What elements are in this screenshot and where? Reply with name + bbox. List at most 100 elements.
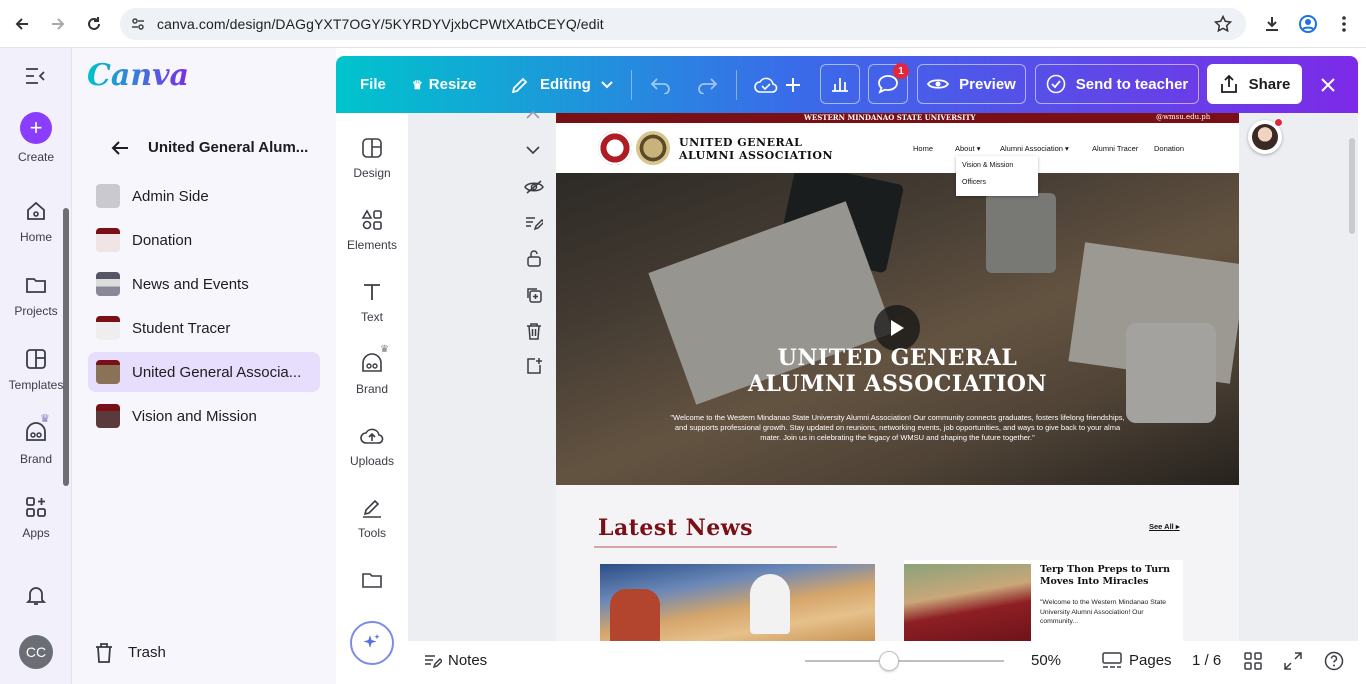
project-label: Student Tracer [132, 319, 231, 337]
redo-icon[interactable] [696, 56, 718, 113]
project-item-news-events[interactable]: News and Events [88, 264, 320, 304]
news-volleyball-image[interactable] [600, 564, 875, 641]
close-icon[interactable] [1320, 56, 1336, 113]
site-nav-about[interactable]: About ▾ [955, 144, 980, 153]
editing-mode-dropdown[interactable]: Editing [510, 56, 613, 113]
forward-icon[interactable] [46, 12, 70, 36]
about-dropdown-menu: Vision & Mission Officers [956, 156, 1038, 196]
bookmark-star-icon[interactable] [1213, 14, 1233, 38]
see-all-link[interactable]: See All ▸ [1149, 522, 1180, 531]
undo-icon[interactable] [650, 56, 672, 113]
notes-icon[interactable] [424, 653, 444, 674]
lock-icon[interactable] [526, 249, 542, 267]
notes-button[interactable]: Notes [448, 652, 487, 669]
heading-underline [594, 546, 837, 548]
add-icon[interactable] [784, 56, 802, 113]
zoom-slider[interactable] [805, 651, 1004, 671]
fullscreen-icon[interactable] [1284, 652, 1302, 675]
send-label: Send to teacher [1075, 75, 1189, 93]
insights-button[interactable] [820, 64, 860, 104]
hide-eye-icon[interactable] [524, 179, 544, 195]
add-page-icon[interactable] [525, 357, 543, 375]
design-thumbnail [96, 316, 120, 340]
apps-label: Apps [22, 526, 50, 540]
user-avatar[interactable]: CC [19, 635, 53, 669]
preview-button[interactable]: Preview [917, 64, 1026, 104]
comments-button[interactable]: 1 [868, 63, 909, 104]
site-info-icon[interactable] [130, 16, 146, 37]
panel-design[interactable]: Design [336, 136, 408, 180]
browser-menu-icon[interactable] [1332, 12, 1356, 36]
brand-label: Brand [19, 452, 53, 466]
zoom-slider-handle[interactable] [878, 651, 899, 671]
send-to-teacher-button[interactable]: Send to teacher [1035, 64, 1199, 104]
design-thumbnail [96, 360, 120, 384]
dropdown-item-officers[interactable]: Officers [962, 179, 986, 186]
tools-pen-icon [363, 499, 381, 518]
duplicate-icon[interactable] [525, 286, 543, 304]
chevron-down-icon[interactable] [526, 146, 540, 154]
collaborator-avatar[interactable] [1248, 118, 1283, 154]
magic-assistant-button[interactable] [350, 621, 394, 665]
collapse-menu-icon[interactable] [24, 66, 46, 91]
panel-projects[interactable] [336, 568, 408, 598]
site-top-strip: WESTERN MINDANAO STATE UNIVERSITY @wmsu.… [556, 113, 1239, 123]
edit-notes-icon[interactable] [525, 215, 543, 231]
delete-icon[interactable] [526, 322, 542, 340]
news-card-excerpt: "Welcome to the Western Mindanao State U… [1040, 599, 1167, 625]
help-icon[interactable] [1324, 651, 1344, 676]
toolbar-divider [736, 70, 737, 100]
panel-uploads[interactable]: Uploads [336, 424, 408, 468]
project-item-student-tracer[interactable]: Student Tracer [88, 308, 320, 348]
site-nav-home[interactable]: Home [913, 144, 933, 153]
create-button[interactable]: + Create [0, 112, 72, 164]
rail-brand[interactable]: Brand [0, 420, 72, 466]
news-card-title: Terp Thon Preps to Turn Moves Into Mirac… [1040, 564, 1171, 587]
address-bar[interactable]: canva.com/design/DAGgYXT7OGY/5KYRDYVjxbC… [120, 8, 1246, 40]
file-menu[interactable]: File [360, 56, 386, 113]
reload-icon[interactable] [82, 12, 106, 36]
site-nav-donation[interactable]: Donation [1154, 144, 1184, 153]
panel-text[interactable]: Text [336, 280, 408, 324]
rail-projects[interactable]: Projects [0, 272, 72, 318]
canva-logo[interactable]: Canva [87, 58, 189, 93]
pages-icon[interactable] [1102, 652, 1122, 675]
panel-elements[interactable]: Elements [336, 208, 408, 252]
templates-label: Templates [8, 378, 64, 392]
project-item-united-general[interactable]: United General Associa... [88, 352, 320, 392]
page-counter: 1 / 6 [1192, 652, 1222, 669]
design-page[interactable]: WESTERN MINDANAO STATE UNIVERSITY @wmsu.… [556, 113, 1239, 641]
project-label: Admin Side [132, 187, 209, 205]
back-arrow-icon[interactable] [110, 139, 130, 162]
share-button[interactable]: Share [1207, 64, 1302, 104]
trash-label[interactable]: Trash [128, 644, 166, 661]
project-item-vision-mission[interactable]: Vision and Mission [88, 396, 320, 436]
pages-button[interactable]: Pages [1129, 652, 1172, 669]
project-item-donation[interactable]: Donation [88, 220, 320, 260]
news-card[interactable]: Terp Thon Preps to Turn Moves Into Mirac… [904, 560, 1183, 641]
canvas-scrollbar[interactable] [1349, 138, 1355, 234]
dropdown-item-vision-mission[interactable]: Vision & Mission [962, 162, 1013, 169]
site-brand-line2: ALUMNI ASSOCIATION [679, 149, 834, 162]
rail-home[interactable]: Home [0, 198, 72, 244]
site-nav-alumni-tracer[interactable]: Alumni Tracer [1092, 144, 1138, 153]
chevron-up-icon[interactable] [526, 111, 540, 119]
trash-icon[interactable] [94, 642, 114, 669]
site-navbar: UNITED GENERAL ALUMNI ASSOCIATION Home A… [556, 123, 1239, 173]
grid-view-icon[interactable] [1244, 652, 1262, 675]
back-icon[interactable] [10, 12, 34, 36]
profile-icon[interactable] [1296, 12, 1320, 36]
notifications-bell-icon[interactable] [24, 583, 48, 612]
panel-tools[interactable]: Tools [336, 496, 408, 540]
cloud-save-icon[interactable] [754, 56, 778, 113]
share-label: Share [1248, 75, 1291, 93]
panel-brand[interactable]: Brand [336, 352, 408, 396]
resize-button[interactable]: ♛ Resize [412, 56, 476, 113]
rail-apps[interactable]: Apps [0, 494, 72, 540]
zoom-level[interactable]: 50% [1031, 652, 1061, 669]
project-item-admin-side[interactable]: Admin Side [88, 176, 320, 216]
download-icon[interactable] [1260, 12, 1284, 36]
rail-scrollbar[interactable] [63, 208, 69, 486]
site-nav-alumni-association[interactable]: Alumni Association ▾ [1000, 144, 1069, 153]
rail-templates[interactable]: Templates [0, 346, 72, 392]
